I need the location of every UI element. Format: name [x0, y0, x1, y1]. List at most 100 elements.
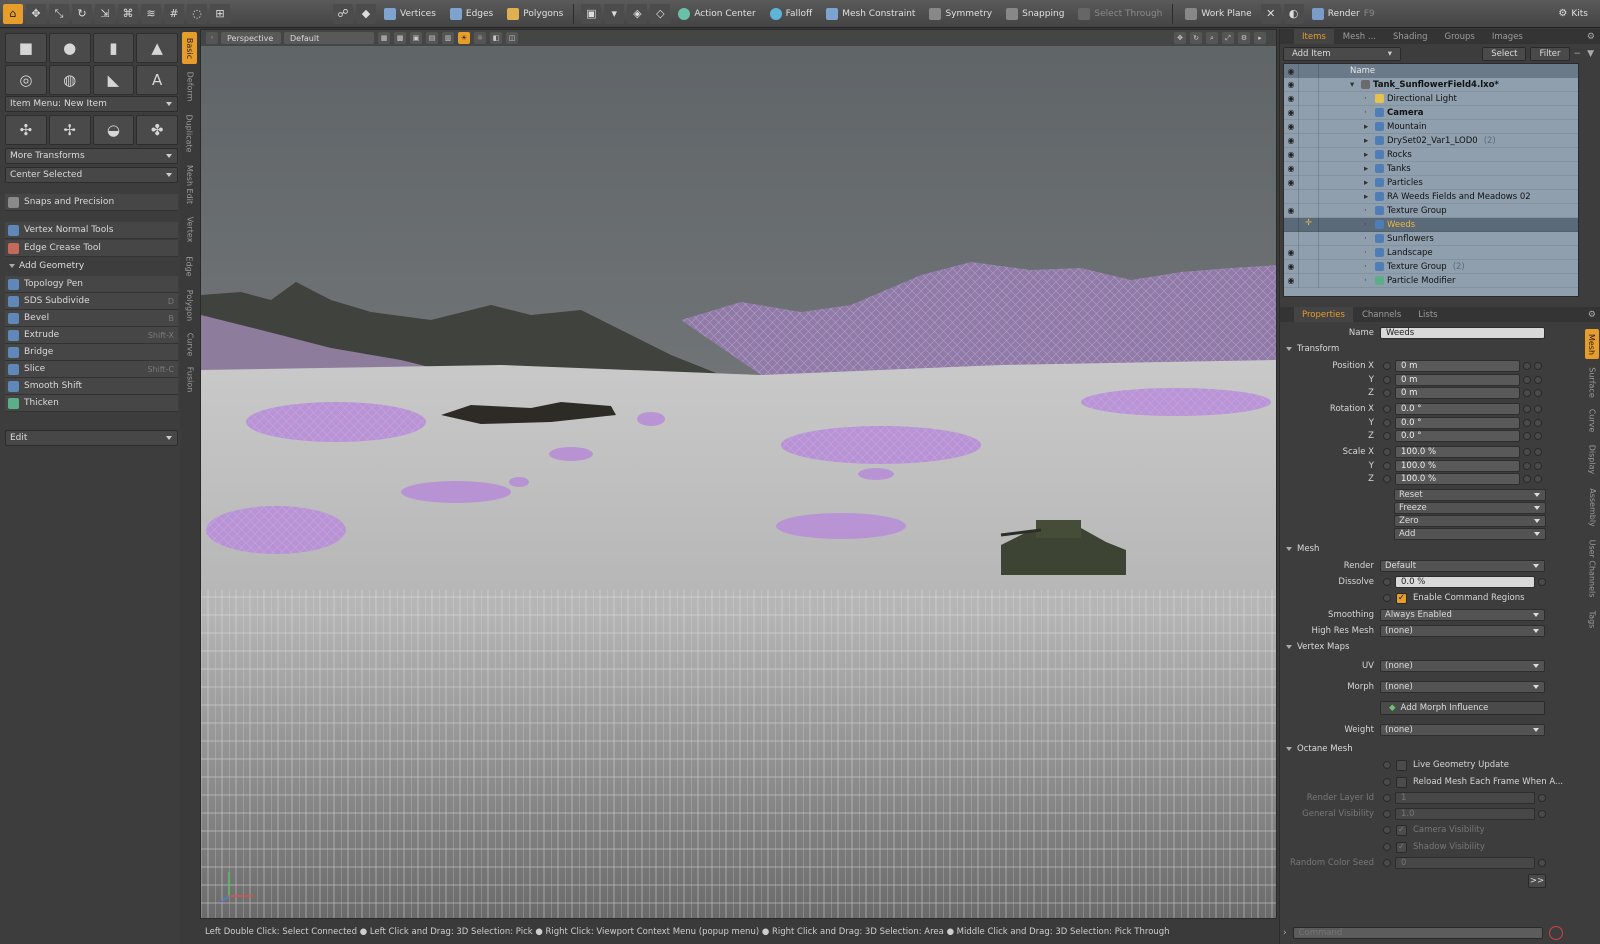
render-toggle[interactable] — [1318, 119, 1338, 134]
expand-arrow-icon[interactable]: · — [1364, 234, 1372, 244]
render-preview-icon[interactable]: ◧ — [490, 32, 502, 44]
tool-bridge[interactable]: Bridge — [5, 344, 178, 361]
stop-icon[interactable] — [1548, 926, 1563, 940]
expand-arrow-icon[interactable]: ▸ — [1364, 150, 1372, 160]
lock-toggle[interactable] — [1298, 105, 1318, 120]
render-toggle[interactable] — [1318, 133, 1338, 148]
tab-groups[interactable]: Groups — [1437, 29, 1483, 44]
wrench-icon[interactable]: ✕ — [1260, 3, 1281, 24]
dissolve-field[interactable]: 0.0 % — [1395, 576, 1535, 588]
lock-toggle[interactable] — [1298, 203, 1318, 218]
item-row[interactable]: ▸ RA Weeds Fields and Meadows 02 — [1284, 189, 1578, 204]
viewport-menu-icon[interactable]: ◦ — [206, 32, 218, 44]
vtab-curve[interactable]: Curve — [182, 329, 197, 359]
high-res-dropdown[interactable]: (none) — [1380, 625, 1545, 637]
lock-toggle[interactable] — [1298, 273, 1318, 288]
tool-thicken[interactable]: Thicken — [5, 395, 178, 412]
work-plane-button[interactable]: Work Plane — [1179, 3, 1257, 25]
lock-header-icon[interactable] — [1298, 64, 1318, 78]
rotate-gizmo-icon[interactable]: ✢ — [48, 115, 91, 145]
grid-icon[interactable]: # — [164, 3, 184, 24]
vertex-maps-section[interactable]: Vertex Maps — [1286, 640, 1349, 654]
sphere-icon[interactable]: ● — [48, 33, 91, 63]
general-visibility-field[interactable]: 1.0 — [1395, 808, 1535, 820]
lock-toggle[interactable] — [1298, 189, 1318, 204]
lock-toggle[interactable] — [1298, 231, 1318, 246]
expand-arrow-icon[interactable]: ▸ — [1254, 32, 1266, 44]
materials-mode-icon[interactable]: ▣ — [581, 3, 602, 24]
expand-arrow-icon[interactable]: · — [1364, 206, 1372, 216]
item-row[interactable]: ✛ · Weeds — [1284, 217, 1578, 232]
rotation-y-field[interactable]: 0.0 ° — [1395, 417, 1520, 429]
rvtab-mesh[interactable]: Mesh — [1585, 329, 1599, 359]
render-toggle[interactable] — [1318, 105, 1338, 120]
command-input[interactable] — [1292, 927, 1543, 939]
tab-lists[interactable]: Lists — [1410, 307, 1445, 322]
funnel-icon[interactable]: ▼ — [1587, 49, 1594, 59]
mesh-section[interactable]: Mesh — [1286, 542, 1319, 556]
item-mode-icon[interactable]: ☍ — [333, 3, 353, 24]
expand-arrow-icon[interactable]: ▸ — [1364, 178, 1372, 188]
more-options-button[interactable]: >> — [1528, 874, 1546, 888]
enable-command-checkbox[interactable]: ✓ — [1396, 592, 1407, 604]
item-row[interactable]: ◉ ▸ Tanks — [1284, 161, 1578, 176]
add-morph-button[interactable]: ◆ Add Morph Influence — [1380, 701, 1545, 715]
item-row[interactable]: ◉ · Directional Light — [1284, 91, 1578, 106]
vertices-mode-button[interactable]: Vertices — [378, 3, 442, 25]
lock-toggle[interactable] — [1298, 175, 1318, 190]
lock-toggle[interactable] — [1298, 147, 1318, 162]
wireframe-toggle-icon[interactable]: ▩ — [394, 32, 406, 44]
tool-topology-pen[interactable]: Topology Pen — [5, 276, 178, 293]
lasso-icon[interactable]: ◌ — [187, 3, 207, 24]
select-tool-icon[interactable]: ⌂ — [3, 3, 23, 24]
tab-properties[interactable]: Properties — [1294, 307, 1353, 322]
lock-toggle[interactable]: ✛ — [1298, 217, 1318, 232]
view-type-dropdown[interactable]: Perspective — [221, 32, 281, 44]
capsule-icon[interactable]: ◍ — [48, 65, 91, 95]
item-row[interactable]: · Sunflowers — [1284, 231, 1578, 246]
render-toggle[interactable] — [1318, 189, 1338, 204]
name-field[interactable]: Weeds — [1380, 327, 1545, 339]
rotation-x-field[interactable]: 0.0 ° — [1395, 403, 1520, 415]
rotation-z-field[interactable]: 0.0 ° — [1395, 430, 1520, 442]
uv-dropdown[interactable]: (none) — [1380, 660, 1545, 672]
command-history-icon[interactable]: › — [1283, 928, 1287, 938]
scale-z-field[interactable]: 100.0 % — [1395, 473, 1520, 485]
expand-arrow-icon[interactable]: · — [1364, 276, 1372, 286]
rvtab-assembly[interactable]: Assembly — [1585, 483, 1599, 531]
item-row[interactable]: ◉ · Landscape — [1284, 245, 1578, 260]
tab-items[interactable]: Items — [1294, 29, 1334, 44]
render-toggle[interactable] — [1318, 147, 1338, 162]
render-toggle[interactable] — [1318, 217, 1338, 232]
visibility-eye-icon[interactable]: ◉ — [1284, 176, 1298, 190]
reload-mesh-checkbox[interactable] — [1396, 776, 1407, 788]
render-header-icon[interactable] — [1318, 64, 1338, 78]
tool-bevel[interactable]: Bevel B — [5, 310, 178, 327]
octane-mesh-section[interactable]: Octane Mesh — [1286, 742, 1353, 756]
reset-dropdown[interactable]: Reset — [1394, 489, 1546, 501]
vtab-fusion[interactable]: Fusion — [182, 363, 197, 395]
rvtab-user-channels[interactable]: User Channels — [1585, 535, 1599, 601]
freeze-dropdown[interactable]: Freeze — [1394, 502, 1546, 514]
item-row[interactable]: ◉ ▸ Mountain — [1284, 119, 1578, 134]
lock-toggle[interactable] — [1298, 259, 1318, 274]
snapping-button[interactable]: Snapping — [1000, 3, 1070, 25]
visibility-eye-icon[interactable]: ◉ — [1284, 92, 1298, 106]
item-row[interactable]: ◉ ▾ Tank_SunflowerField4.lxo* — [1284, 77, 1578, 92]
visibility-eye-icon[interactable]: ◉ — [1284, 246, 1298, 260]
tab-images[interactable]: Images — [1484, 29, 1531, 44]
render-toggle[interactable] — [1318, 259, 1338, 274]
visibility-eye-icon[interactable]: ◉ — [1284, 204, 1298, 218]
visibility-eye-icon[interactable]: ◉ — [1284, 162, 1298, 176]
lock-toggle[interactable] — [1298, 133, 1318, 148]
more-transforms-dropdown[interactable]: More Transforms — [5, 148, 178, 164]
cylinder-icon[interactable]: ▮ — [92, 33, 135, 63]
camera-toggle-icon[interactable]: ☀ — [458, 32, 470, 44]
transform-section[interactable]: Transform — [1286, 342, 1339, 356]
live-geometry-checkbox[interactable] — [1396, 759, 1407, 771]
move-tool-icon[interactable]: ✥ — [26, 3, 46, 24]
vtab-basic[interactable]: Basic — [182, 32, 197, 64]
render-toggle[interactable] — [1318, 273, 1338, 288]
3d-viewport[interactable]: ◦ Perspective Default ▦ ▩ ▣ ▤ ▥ ☀ ☼ ◧ ◫ … — [200, 29, 1277, 919]
lighting-toggle-icon[interactable]: ▥ — [442, 32, 454, 44]
